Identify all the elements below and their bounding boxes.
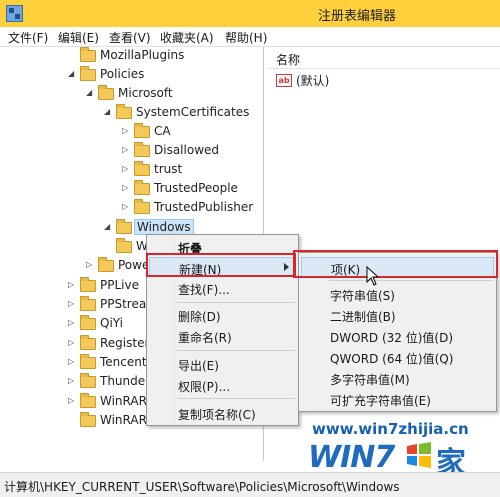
status-bar: 计算机\HKEY_CURRENT_USER\Software\Policies\… [0, 472, 500, 497]
tree-item[interactable]: ▷ Disallowed [0, 142, 264, 161]
submenu-item-dword-value[interactable]: DWORD (32 位)值(D) [301, 326, 494, 346]
menu-separator [177, 398, 295, 399]
tree-item[interactable]: ◢ Policies [0, 66, 264, 85]
folder-icon [80, 393, 96, 408]
expanded-arrow-icon[interactable]: ◢ [104, 222, 110, 231]
folder-icon [80, 354, 96, 369]
watermark-url: www.win7zhijia.cn [312, 420, 469, 438]
tree-item[interactable]: MozillaPlugins [0, 47, 264, 66]
tree-item[interactable]: ▷ TrustedPeople [0, 180, 264, 199]
folder-icon [134, 199, 150, 214]
collapsed-arrow-icon[interactable]: ▷ [122, 183, 128, 192]
collapsed-arrow-icon[interactable]: ▷ [122, 164, 128, 173]
submenu-item-expandable-string-value[interactable]: 可扩充字符串值(E) [301, 389, 494, 409]
window-title: 注册表编辑器 [318, 9, 397, 24]
menu-separator [329, 280, 493, 281]
menu-favorites[interactable]: 收藏夹(A) [160, 29, 214, 46]
default-value-name[interactable]: (默认) [296, 72, 329, 89]
folder-icon [80, 47, 96, 62]
folder-icon [134, 123, 150, 138]
folder-icon [80, 66, 96, 81]
tree-item[interactable]: ▷ TrustedPublisher [0, 199, 264, 218]
folder-icon [116, 219, 132, 234]
folder-icon [80, 296, 96, 311]
folder-icon [116, 238, 132, 253]
menu-view[interactable]: 查看(V) [109, 29, 151, 46]
folder-icon [134, 180, 150, 195]
submenu-item-multi-string-value[interactable]: 多字符串值(M) [301, 368, 494, 388]
menu-separator [177, 350, 295, 351]
tree-item[interactable]: ▷ trust [0, 161, 264, 180]
submenu-item-string-value[interactable]: 字符串值(S) [301, 284, 494, 304]
folder-icon [134, 142, 150, 157]
menu-help[interactable]: 帮助(H) [225, 29, 267, 46]
column-header[interactable]: 名称 [268, 47, 500, 69]
highlight-box-key [293, 250, 498, 278]
collapsed-arrow-icon[interactable]: ▷ [86, 260, 92, 269]
folder-icon [80, 373, 96, 388]
menu-item-export[interactable]: 导出(E) [149, 354, 296, 374]
tree-item[interactable]: ◢ Microsoft [0, 85, 264, 104]
submenu-item-binary-value[interactable]: 二进制值(B) [301, 305, 494, 325]
windows-flag-icon [407, 442, 431, 468]
collapsed-arrow-icon[interactable]: ▷ [122, 145, 128, 154]
menu-file[interactable]: 文件(F) [8, 29, 48, 46]
regedit-app-icon [6, 5, 23, 22]
tree-item[interactable]: ▷ CA [0, 123, 264, 142]
expanded-arrow-icon[interactable]: ◢ [104, 107, 110, 116]
collapsed-arrow-icon[interactable]: ▷ [68, 376, 74, 385]
collapsed-arrow-icon[interactable]: ▷ [68, 396, 74, 405]
menu-bar: 文件(F) 编辑(E) 查看(V) 收藏夹(A) 帮助(H) [0, 27, 500, 47]
menu-item-find[interactable]: 查找(F)... [149, 278, 296, 298]
folder-icon [80, 412, 96, 427]
folder-icon [80, 335, 96, 350]
mouse-cursor-icon [366, 266, 380, 286]
watermark-logo: WIN7 [308, 440, 395, 475]
menu-item-rename[interactable]: 重命名(R) [149, 326, 296, 346]
menu-separator [177, 302, 295, 303]
collapsed-arrow-icon[interactable]: ▷ [68, 280, 74, 289]
collapsed-arrow-icon[interactable]: ▷ [68, 338, 74, 347]
collapsed-arrow-icon[interactable]: ▷ [122, 126, 128, 135]
folder-icon [98, 85, 114, 100]
collapsed-arrow-icon[interactable]: ▷ [68, 318, 74, 327]
collapsed-arrow-icon[interactable]: ▷ [68, 299, 74, 308]
folder-icon [80, 315, 96, 330]
highlight-box-new [146, 253, 296, 277]
collapsed-arrow-icon[interactable]: ▷ [122, 202, 128, 211]
folder-icon [80, 277, 96, 292]
collapsed-arrow-icon[interactable]: ▷ [68, 357, 74, 366]
column-header-name: 名称 [276, 53, 301, 67]
menu-item-copy-key-name[interactable]: 复制项名称(C) [149, 403, 296, 423]
menu-item-delete[interactable]: 删除(D) [149, 305, 296, 325]
expanded-arrow-icon[interactable]: ◢ [86, 88, 92, 97]
title-bar: 注册表编辑器 [0, 0, 500, 27]
folder-icon [116, 104, 132, 119]
string-value-icon: ab [276, 74, 292, 87]
expanded-arrow-icon[interactable]: ◢ [68, 69, 74, 78]
menu-edit[interactable]: 编辑(E) [58, 29, 99, 46]
menu-item-permissions[interactable]: 权限(P)... [149, 375, 296, 395]
submenu-item-qword-value[interactable]: QWORD (64 位)值(Q) [301, 347, 494, 367]
registry-path: 计算机\HKEY_CURRENT_USER\Software\Policies\… [4, 480, 400, 494]
tree-item[interactable]: ◢ SystemCertificates [0, 104, 264, 123]
folder-icon [98, 257, 114, 272]
folder-icon [134, 161, 150, 176]
